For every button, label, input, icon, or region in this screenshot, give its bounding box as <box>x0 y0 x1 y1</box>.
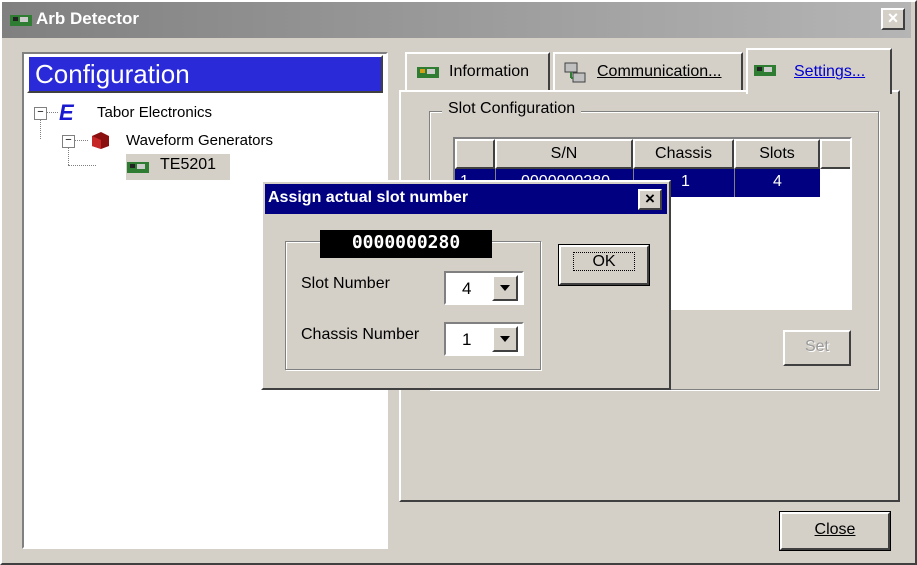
assign-slot-dialog[interactable]: Assign actual slot number × 0000000280 S… <box>261 180 671 390</box>
dialog-title-bar[interactable]: Assign actual slot number × <box>265 184 667 214</box>
board-icon <box>417 67 439 78</box>
tab-communication-label: Communication... <box>597 63 722 80</box>
board-icon <box>10 15 32 26</box>
close-button-label: Close <box>814 521 856 538</box>
cube-icon <box>92 132 109 149</box>
tree-line <box>74 140 88 141</box>
chassis-number-value: 1 <box>462 330 472 349</box>
chevron-down-icon <box>500 285 510 291</box>
board-icon <box>754 65 776 76</box>
chassis-dropdown-button[interactable] <box>492 326 518 352</box>
slot-number-value: 4 <box>462 279 472 298</box>
chevron-down-icon <box>500 336 510 342</box>
board-icon <box>127 162 149 173</box>
chassis-number-label: Chassis Number <box>301 326 420 343</box>
dialog-title: Assign actual slot number <box>268 189 469 206</box>
tree-line <box>46 112 58 113</box>
tree-item-waveform-generators[interactable]: Waveform Generators <box>126 132 273 149</box>
set-button[interactable]: Set <box>783 330 851 366</box>
close-icon: × <box>887 8 899 28</box>
tree-item-te5201[interactable]: TE5201 <box>126 154 230 180</box>
slot-dropdown-button[interactable] <box>492 275 518 301</box>
tab-information-label: Information <box>449 63 530 80</box>
slot-number-label: Slot Number <box>301 275 390 292</box>
window-close-button[interactable]: × <box>881 8 905 30</box>
serial-number-display: 0000000280 <box>320 230 492 258</box>
configuration-header: Configuration <box>27 55 383 93</box>
network-icon <box>564 62 586 83</box>
chassis-number-select[interactable]: 1 <box>444 322 524 356</box>
ok-button-label: OK <box>573 252 635 271</box>
tree-line <box>68 165 96 166</box>
title-bar[interactable]: Arb Detector × <box>2 2 911 38</box>
tab-settings[interactable]: Settings... <box>746 48 892 94</box>
tree-item-tabor[interactable]: Tabor Electronics <box>97 104 212 121</box>
tree-line <box>68 147 69 165</box>
close-button[interactable]: Close <box>779 511 891 551</box>
grid-corner-header <box>455 139 495 169</box>
cell-divider <box>734 169 735 197</box>
tree-item-te5201-label: TE5201 <box>160 156 217 173</box>
row-chassis: 1 <box>681 173 690 190</box>
grid-header-sn[interactable]: S/N <box>495 139 633 169</box>
close-icon: × <box>645 189 655 208</box>
configuration-title: Configuration <box>35 59 190 89</box>
grid-header-filler <box>820 139 850 169</box>
window-title: Arb Detector <box>36 9 139 28</box>
grid-header-chassis[interactable]: Chassis <box>633 139 734 169</box>
tree-line <box>40 119 41 139</box>
tabor-logo-icon: E <box>59 100 74 125</box>
tab-settings-label: Settings... <box>794 63 866 80</box>
grid-header-slots[interactable]: Slots <box>734 139 820 169</box>
tab-communication[interactable]: Communication... <box>553 52 743 92</box>
ok-button[interactable]: OK <box>558 244 650 286</box>
dialog-close-button[interactable]: × <box>638 189 662 210</box>
tab-information[interactable]: Information <box>405 52 550 92</box>
slot-configuration-label: Slot Configuration <box>442 100 582 118</box>
slot-number-select[interactable]: 4 <box>444 271 524 305</box>
row-slots: 4 <box>773 173 782 190</box>
